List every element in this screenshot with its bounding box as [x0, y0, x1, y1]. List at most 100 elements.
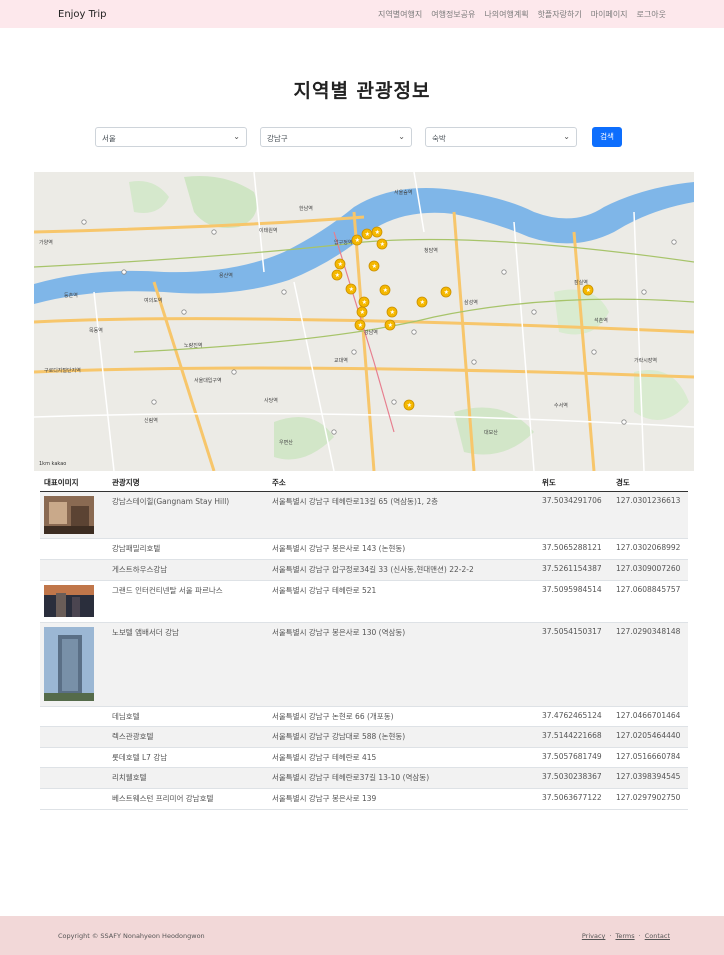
nav-link-mypage[interactable]: 마이페이지 [591, 9, 628, 20]
map-marker-pin[interactable]: ★ [384, 319, 396, 331]
map-marker-pin[interactable]: ★ [403, 399, 415, 411]
svg-text:서울숲역: 서울숲역 [394, 189, 412, 196]
table-row[interactable]: 데님호텔 서울특별시 강남구 논현로 66 (개포동) 37.476246512… [40, 706, 688, 727]
attractions-table-container: 대표이미지 관광지명 주소 위도 경도 강남스테이힐(Gangnam Stay … [40, 475, 688, 810]
hotel-thumbnail-image [44, 584, 94, 617]
svg-text:신림역: 신림역 [144, 417, 158, 424]
table-row[interactable]: 그랜드 인터컨티넨탈 서울 파르나스 서울특별시 강남구 테헤란로 521 37… [40, 580, 688, 623]
table-row[interactable]: 노보텔 앰배서더 강남 서울특별시 강남구 봉은사로 130 (역삼동) 37.… [40, 622, 688, 707]
nav-link-logout[interactable]: 로그아웃 [637, 9, 666, 20]
map-view[interactable]: 가양역 등촌역 목동역 여의도역 노량진역 용산역 이태원역 한남역 서울숲역 압구정역 청담… [34, 172, 694, 471]
copyright-text: Copyright © SSAFY Nonahyeon Heodongwon [58, 932, 205, 940]
district-select[interactable]: 강남구 ⌄ [260, 127, 412, 147]
svg-text:★: ★ [388, 322, 393, 329]
table-row[interactable]: 렉스관광호텔 서울특별시 강남구 강남대로 588 (논현동) 37.51442… [40, 726, 688, 748]
row-address: 서울특별시 강남구 테헤란로37길 13-10 (역삼동) [268, 767, 538, 789]
row-lng: 127.0466701464 [612, 706, 688, 727]
row-address: 서울특별시 강남구 테헤란로13길 65 (역삼동)1, 2층 [268, 491, 538, 539]
navbar: Enjoy Trip 지역별여행지 여행정보공유 나의여행계획 핫플자랑하기 마… [0, 0, 724, 28]
privacy-link[interactable]: Privacy [582, 932, 606, 940]
table-row[interactable]: 베스트웨스턴 프리미어 강남호텔 서울특별시 강남구 봉은사로 139 37.5… [40, 788, 688, 810]
search-filters: 서울 ⌄ 강남구 ⌄ 숙박 ⌄ 검색 [95, 127, 622, 147]
row-image-cell [40, 580, 108, 623]
map-marker-pin[interactable]: ★ [334, 258, 346, 270]
attractions-table: 대표이미지 관광지명 주소 위도 경도 강남스테이힐(Gangnam Stay … [40, 475, 688, 810]
nav-link-hotplace[interactable]: 핫플자랑하기 [538, 9, 582, 20]
row-name: 강남패밀리호텔 [108, 538, 268, 560]
table-row[interactable]: 강남패밀리호텔 서울특별시 강남구 봉은사로 143 (논현동) 37.5065… [40, 538, 688, 560]
row-lng: 127.0516660784 [612, 747, 688, 768]
nav-link-info-share[interactable]: 여행정보공유 [431, 9, 475, 20]
map-marker-pin[interactable]: ★ [345, 283, 357, 295]
nav-link-my-plan[interactable]: 나의여행계획 [484, 9, 528, 20]
table-header-row: 대표이미지 관광지명 주소 위도 경도 [40, 475, 688, 492]
svg-text:교대역: 교대역 [334, 357, 348, 364]
svg-text:이태원역: 이태원역 [259, 227, 277, 234]
map-marker-pin[interactable]: ★ [379, 284, 391, 296]
row-address: 서울특별시 강남구 논현로 66 (개포동) [268, 706, 538, 727]
map-scale-bar: 1km kakao [39, 461, 66, 467]
row-image-cell [40, 559, 108, 581]
svg-text:★: ★ [365, 231, 370, 238]
row-lat: 37.5065288121 [538, 538, 612, 560]
map-marker-pin[interactable]: ★ [582, 284, 594, 296]
row-image-cell [40, 788, 108, 810]
svg-text:노량진역: 노량진역 [184, 342, 202, 349]
brand-logo[interactable]: Enjoy Trip [58, 9, 107, 20]
chevron-down-icon: ⌄ [398, 132, 405, 141]
table-row[interactable]: 롯데호텔 L7 강남 서울특별시 강남구 테헤란로 415 37.5057681… [40, 747, 688, 768]
row-lat: 37.5144221668 [538, 726, 612, 748]
table-row[interactable]: 강남스테이힐(Gangnam Stay Hill) 서울특별시 강남구 테헤란로… [40, 491, 688, 539]
map-marker-pin[interactable]: ★ [416, 296, 428, 308]
hotel-thumbnail-image [44, 626, 94, 701]
map-marker-pin[interactable]: ★ [371, 226, 383, 238]
map-canvas[interactable]: 가양역등촌역목동역 여의도역노량진역 용산역 이태원역 한남역 서울숲역 압구정역청담… [34, 172, 694, 471]
svg-text:석촌역: 석촌역 [594, 317, 608, 324]
chevron-down-icon: ⌄ [563, 132, 570, 141]
col-header-lat: 위도 [538, 475, 612, 492]
map-marker-pin[interactable]: ★ [386, 306, 398, 318]
map-marker-pin[interactable]: ★ [331, 269, 343, 281]
svg-text:★: ★ [360, 309, 365, 316]
row-lat: 37.5095984514 [538, 580, 612, 623]
row-name: 게스트하우스강남 [108, 559, 268, 581]
map-marker-pin[interactable]: ★ [376, 238, 388, 250]
map-marker-pin[interactable]: ★ [368, 260, 380, 272]
chevron-down-icon: ⌄ [233, 132, 240, 141]
svg-text:★: ★ [358, 322, 363, 329]
map-marker-pin[interactable]: ★ [358, 296, 370, 308]
map-marker-pin[interactable]: ★ [356, 306, 368, 318]
row-address: 서울특별시 강남구 봉은사로 143 (논현동) [268, 538, 538, 560]
map-marker-pin[interactable]: ★ [354, 319, 366, 331]
col-header-lng: 경도 [612, 475, 688, 492]
contact-link[interactable]: Contact [645, 932, 670, 940]
table-row[interactable]: 리치웰호텔 서울특별시 강남구 테헤란로37길 13-10 (역삼동) 37.5… [40, 767, 688, 789]
map-marker-pin[interactable]: ★ [361, 228, 373, 240]
row-image-cell [40, 622, 108, 707]
svg-text:압구정역: 압구정역 [334, 239, 352, 246]
row-lng: 127.0297902750 [612, 788, 688, 810]
row-lng: 127.0290348148 [612, 622, 688, 707]
map-marker-pin[interactable]: ★ [440, 286, 452, 298]
svg-text:강남역: 강남역 [364, 329, 378, 336]
row-image-cell [40, 726, 108, 748]
svg-text:★: ★ [390, 309, 395, 316]
row-image-cell [40, 491, 108, 539]
content-type-select[interactable]: 숙박 ⌄ [425, 127, 577, 147]
nav-link-region-travel[interactable]: 지역별여행지 [378, 9, 422, 20]
svg-text:★: ★ [335, 272, 340, 279]
map-marker-pin[interactable]: ★ [351, 234, 363, 246]
row-image-cell [40, 767, 108, 789]
region-select[interactable]: 서울 ⌄ [95, 127, 247, 147]
svg-text:우면산: 우면산 [279, 439, 293, 446]
search-button[interactable]: 검색 [592, 127, 622, 147]
map-scale-label: 1km [39, 461, 50, 467]
terms-link[interactable]: Terms [615, 932, 634, 940]
table-row[interactable]: 게스트하우스강남 서울특별시 강남구 압구정로34길 33 (신사동,현대맨션)… [40, 559, 688, 581]
row-lng: 127.0301236613 [612, 491, 688, 539]
svg-text:★: ★ [420, 299, 425, 306]
svg-text:용산역: 용산역 [219, 272, 233, 279]
row-name: 리치웰호텔 [108, 767, 268, 789]
row-lat: 37.5030238367 [538, 767, 612, 789]
svg-text:사당역: 사당역 [264, 397, 278, 404]
